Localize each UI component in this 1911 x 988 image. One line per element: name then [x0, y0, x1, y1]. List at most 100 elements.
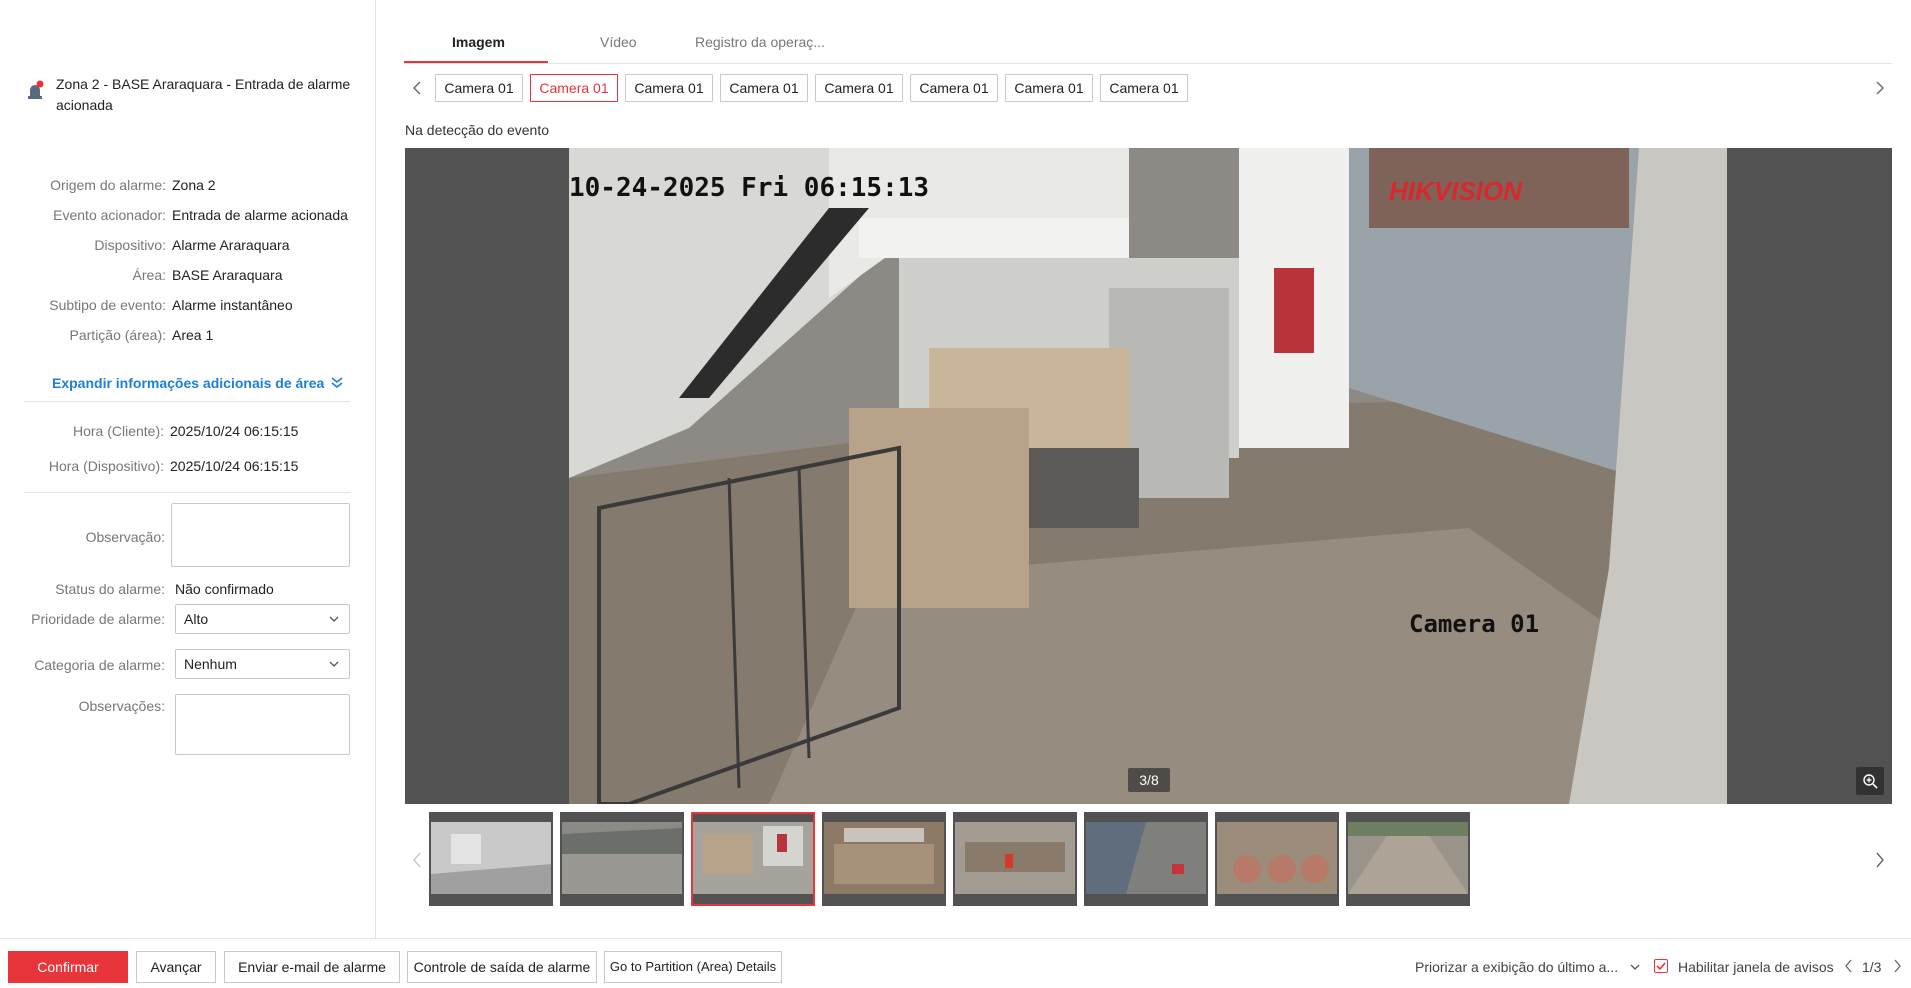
thumbnail-image	[1348, 822, 1468, 894]
detail-label: Partição (área):	[69, 327, 166, 343]
category-select[interactable]: Nenhum	[175, 649, 350, 679]
chevron-left-icon	[413, 852, 421, 868]
expand-area-info-label: Expandir informações adicionais de área	[52, 375, 325, 391]
view-tabs: Imagem Vídeo Registro da operaç...	[404, 26, 1892, 64]
thumbnails-prev-button[interactable]	[409, 848, 425, 872]
camera-button[interactable]: Camera 01	[720, 74, 808, 102]
detail-value: Alarme Araraquara	[172, 237, 290, 253]
prioritize-latest-dropdown[interactable]: Priorizar a exibição do último a...	[1415, 959, 1640, 975]
detail-row-partition: Partição (área): Area 1	[0, 325, 376, 345]
thumbnail-6[interactable]	[1084, 812, 1208, 906]
detail-label: Origem do alarme:	[50, 177, 166, 193]
time-value: 2025/10/24 06:15:15	[170, 458, 299, 474]
priority-select-value: Alto	[184, 611, 209, 627]
time-label: Hora (Dispositivo):	[48, 458, 164, 474]
detail-value: Alarme instantâneo	[172, 297, 293, 313]
thumbnail-8[interactable]	[1346, 812, 1470, 906]
camera-button[interactable]: Camera 01	[1005, 74, 1093, 102]
thumbnails-next-button[interactable]	[1872, 848, 1888, 872]
observation-textarea[interactable]	[171, 503, 350, 567]
page-prev-button[interactable]	[1845, 959, 1853, 976]
thumbnail-image	[1086, 822, 1206, 894]
divider	[24, 401, 350, 402]
chevron-right-icon	[1894, 959, 1901, 973]
active-tab-indicator	[404, 61, 548, 63]
camera-list-next-button[interactable]	[1872, 76, 1888, 100]
tab-image[interactable]: Imagem	[452, 34, 505, 50]
detail-value: Zona 2	[172, 177, 216, 193]
zoom-in-button[interactable]	[1856, 767, 1884, 795]
category-select-value: Nenhum	[184, 656, 237, 672]
camera-button-selected[interactable]: Camera 01	[530, 74, 618, 102]
send-alarm-email-button[interactable]: Enviar e-mail de alarme	[224, 951, 400, 983]
tab-video[interactable]: Vídeo	[600, 34, 637, 50]
alarm-details-panel: Zona 2 - BASE Araraquara - Entrada de al…	[0, 0, 376, 938]
thumbnail-3-selected[interactable]	[691, 812, 815, 906]
page-indicator: 1/3	[1862, 959, 1882, 975]
time-label: Hora (Cliente):	[72, 423, 164, 439]
priority-select[interactable]: Alto	[175, 604, 350, 634]
page-next-button[interactable]	[1893, 959, 1901, 976]
camera-button[interactable]: Camera 01	[1100, 74, 1188, 102]
confirm-button[interactable]: Confirmar	[8, 951, 128, 983]
image-counter: 3/8	[1128, 768, 1170, 792]
tab-operation-log[interactable]: Registro da operaç...	[695, 34, 825, 50]
partition-details-button[interactable]: Go to Partition (Area) Details	[604, 951, 782, 983]
warehouse-scene-image: 10-24-2025 Fri 06:15:13 HIKVISION Camera…	[569, 148, 1727, 804]
remarks-textarea[interactable]	[175, 694, 350, 755]
time-row-client: Hora (Cliente): 2025/10/24 06:15:15	[0, 421, 376, 441]
remarks-label: Observações:	[78, 698, 165, 714]
expand-area-info-link[interactable]: Expandir informações adicionais de área	[52, 375, 344, 391]
camera-list-prev-button[interactable]	[409, 76, 425, 100]
thumbnail-image	[431, 822, 551, 894]
camera-button[interactable]: Camera 01	[435, 74, 523, 102]
priority-label: Prioridade de alarme:	[31, 611, 165, 627]
detail-row-origin: Origem do alarme: Zona 2	[0, 175, 376, 195]
status-value: Não confirmado	[175, 581, 274, 597]
brand-watermark: HIKVISION	[1389, 176, 1523, 206]
alarm-header: Zona 2 - BASE Araraquara - Entrada de al…	[24, 74, 354, 116]
divider	[24, 492, 350, 493]
detail-label: Evento acionador:	[53, 207, 166, 223]
enable-popup-label: Habilitar janela de avisos	[1678, 959, 1834, 975]
chevron-left-icon	[1845, 959, 1852, 973]
status-label: Status do alarme:	[55, 581, 165, 597]
detail-label: Dispositivo:	[94, 237, 166, 253]
alarm-title: Zona 2 - BASE Araraquara - Entrada de al…	[56, 76, 351, 113]
double-chevron-down-icon	[331, 377, 343, 389]
observation-label: Observação:	[85, 529, 165, 545]
thumbnail-image	[1217, 822, 1337, 894]
thumbnail-image	[824, 822, 944, 894]
thumbnail-1[interactable]	[429, 812, 553, 906]
bottom-action-bar: Confirmar Avançar Enviar e-mail de alarm…	[0, 938, 1911, 988]
alarm-status-row: Status do alarme: Não confirmado	[0, 579, 376, 599]
detail-row-trigger-event: Evento acionador: Entrada de alarme acio…	[0, 205, 376, 225]
thumbnail-2[interactable]	[560, 812, 684, 906]
thumbnail-image	[562, 822, 682, 894]
chevron-right-icon	[1876, 81, 1884, 95]
thumbnail-5[interactable]	[953, 812, 1077, 906]
camera-button[interactable]: Camera 01	[815, 74, 903, 102]
advance-button[interactable]: Avançar	[136, 951, 216, 983]
time-value: 2025/10/24 06:15:15	[170, 423, 299, 439]
image-viewer: 10-24-2025 Fri 06:15:13 HIKVISION Camera…	[405, 148, 1892, 804]
chevron-down-icon	[329, 616, 339, 622]
camera-button[interactable]: Camera 01	[910, 74, 998, 102]
detail-label: Subtipo de evento:	[49, 297, 166, 313]
alarm-output-control-button[interactable]: Controle de saída de alarme	[407, 951, 597, 983]
category-label: Categoria de alarme:	[34, 657, 165, 673]
camera-button[interactable]: Camera 01	[625, 74, 713, 102]
detail-row-event-subtype: Subtipo de evento: Alarme instantâneo	[0, 295, 376, 315]
detail-label: Área:	[132, 267, 166, 283]
camera-snapshot: 10-24-2025 Fri 06:15:13 HIKVISION Camera…	[569, 148, 1727, 804]
chevron-down-icon	[329, 661, 339, 667]
zoom-in-icon	[1863, 774, 1878, 789]
time-row-device: Hora (Dispositivo): 2025/10/24 06:15:15	[0, 456, 376, 476]
osd-camera-text: Camera 01	[1409, 610, 1539, 638]
thumbnail-4[interactable]	[822, 812, 946, 906]
checkmark-icon	[1656, 962, 1666, 971]
thumbnail-7[interactable]	[1215, 812, 1339, 906]
enable-popup-checkbox[interactable]	[1654, 959, 1668, 973]
detail-value: BASE Araraquara	[172, 267, 283, 283]
detail-value: Entrada de alarme acionada	[172, 207, 348, 223]
